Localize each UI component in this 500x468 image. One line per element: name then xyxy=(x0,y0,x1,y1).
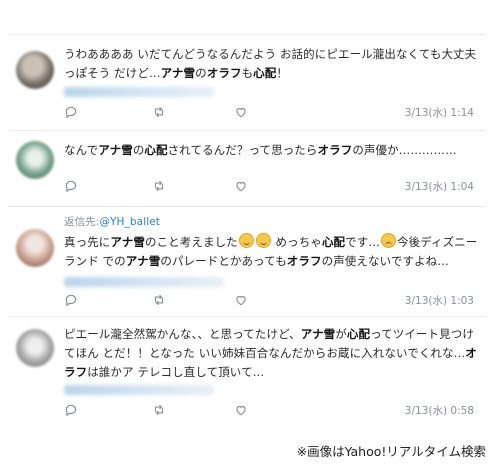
tweet-date[interactable]: 3/13(水) 1:03 xyxy=(405,293,474,308)
reply-icon[interactable] xyxy=(64,179,78,193)
highlighted-keyword: オラフ xyxy=(317,143,353,157)
tweet-text-segment: の声使えないですよね… xyxy=(321,254,449,268)
retweet-icon[interactable] xyxy=(152,403,166,417)
reply-icon[interactable] xyxy=(64,105,78,119)
tweet-actions: 3/13(水) 1:04 xyxy=(64,179,474,193)
heart-icon[interactable] xyxy=(234,105,248,119)
tweet-date[interactable]: 3/13(水) 0:58 xyxy=(405,403,474,418)
retweet-icon[interactable] xyxy=(152,293,166,307)
avatar[interactable] xyxy=(16,51,54,89)
tweet-text: ピエール瀧全然駕かんな、、と思ってたけど、アナ雪が心配ってツイート見つけてほん … xyxy=(64,325,478,382)
blurred-link xyxy=(64,277,224,287)
heart-icon[interactable] xyxy=(234,179,248,193)
tweet-text: 真っ先にアナ雪のこと考えました めっちゃ心配です… 今後ディズニーランド でのアナ… xyxy=(64,233,478,271)
image-source-caption: ※画像はYahoo!リアルタイム検索 xyxy=(296,444,486,459)
highlighted-keyword: アナ雪 xyxy=(125,254,161,268)
tweet-text-segment: は誰かア テレコし直して頂いて… xyxy=(87,365,265,379)
tweet-text-segment: のこと考えました xyxy=(144,235,238,249)
reply-icon[interactable] xyxy=(64,293,78,307)
tweet-text-segment: の xyxy=(132,143,145,157)
grin-emoji-icon xyxy=(255,233,271,248)
highlighted-keyword: アナ雪 xyxy=(160,66,196,80)
tweet-text-segment: ピエール瀧全然駕かんな、、と思ってたけど、 xyxy=(64,327,301,341)
tweet-actions: 3/13(水) 0:58 xyxy=(64,403,474,417)
retweet-icon[interactable] xyxy=(152,105,166,119)
reply-handle-link[interactable]: @YH_ballet xyxy=(99,216,160,228)
tweet-text-segment: が xyxy=(335,327,347,341)
avatar[interactable] xyxy=(16,229,54,267)
tweet-card: なんでアナ雪の心配されてるんだ？って思ったらオラフの声優か…………… 3/13(… xyxy=(8,130,486,207)
tweet-text-segment: 真っ先に xyxy=(64,235,111,249)
tweet-text-segment: のパレードとかあっても xyxy=(160,254,287,268)
blurred-link xyxy=(64,385,214,395)
reply-icon[interactable] xyxy=(64,403,78,417)
highlighted-keyword: 心配 xyxy=(321,235,346,249)
tweet-text: うわああああ いだてんどうなるんだよう お話的にピエール瀧出なくても大丈夫っぽそ… xyxy=(64,45,478,83)
highlighted-keyword: アナ雪 xyxy=(110,235,145,249)
reply-to-line: 返信先:@YH_ballet xyxy=(64,216,161,228)
highlighted-keyword: アナ雪 xyxy=(300,327,336,341)
tweet-text-segment: ！ xyxy=(276,66,288,80)
highlighted-keyword: オラフ xyxy=(206,66,242,80)
tweet-text-segment: の声優か…………… xyxy=(352,143,457,157)
tweet-date[interactable]: 3/13(水) 1:14 xyxy=(405,105,474,120)
blurred-link xyxy=(64,87,214,97)
heart-icon[interactable] xyxy=(234,403,248,417)
tweet-text-segment: なんで xyxy=(64,143,99,157)
avatar[interactable] xyxy=(16,141,54,179)
highlighted-keyword: 心配 xyxy=(144,143,168,157)
tweet-actions: 3/13(水) 1:03 xyxy=(64,293,474,307)
tweet-text-segment: めっちゃ xyxy=(271,235,322,249)
highlighted-keyword: アナ雪 xyxy=(98,143,133,157)
tweet-text-segment: も xyxy=(241,66,254,80)
tweet-card: うわああああ いだてんどうなるんだよう お話的にピエール瀧出なくても大丈夫っぽそ… xyxy=(8,34,486,131)
sad-face-emoji-icon xyxy=(380,233,396,248)
heart-icon[interactable] xyxy=(234,293,248,307)
highlighted-keyword: オラフ xyxy=(286,254,322,268)
tweet-text-segment: されてるんだ？って思ったら xyxy=(167,143,318,157)
tweet-text: なんでアナ雪の心配されてるんだ？って思ったらオラフの声優か…………… xyxy=(64,141,478,160)
tweet-actions: 3/13(水) 1:14 xyxy=(64,105,474,119)
tweet-text-segment: です… xyxy=(345,235,380,249)
avatar[interactable] xyxy=(16,329,54,367)
highlighted-keyword: 心配 xyxy=(346,327,371,341)
highlighted-keyword: 心配 xyxy=(253,66,277,80)
grin-emoji-icon xyxy=(238,233,254,248)
tweet-card: 返信先:@YH_ballet 真っ先にアナ雪のこと考えました めっちゃ心配です…… xyxy=(8,206,486,317)
tweet-text-segment: の xyxy=(195,66,207,80)
retweet-icon[interactable] xyxy=(152,179,166,193)
tweet-card: ピエール瀧全然駕かんな、、と思ってたけど、アナ雪が心配ってツイート見つけてほん … xyxy=(8,316,486,427)
tweet-date[interactable]: 3/13(水) 1:04 xyxy=(405,179,474,194)
